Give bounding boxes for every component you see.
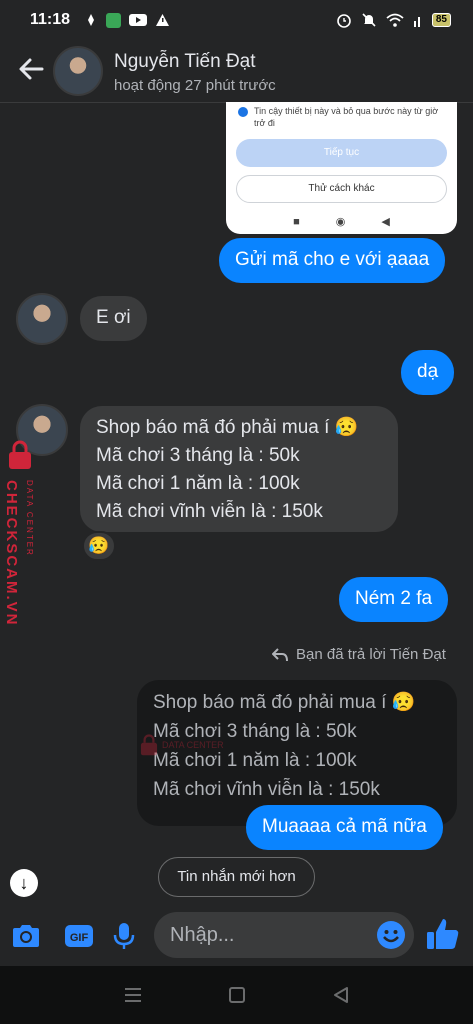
outgoing-message[interactable]: Muaaaa cả mã nữa [246, 805, 443, 850]
recents-icon[interactable] [123, 986, 143, 1004]
watermark: CHECKSCAM.VN DATA CENTER [3, 440, 39, 640]
home-icon[interactable] [228, 986, 246, 1004]
incoming-message[interactable]: E ơi [80, 296, 147, 341]
youtube-icon [129, 14, 148, 26]
screenshot-other-button: Thử cách khác [236, 175, 447, 203]
mute-icon [362, 13, 376, 27]
watermark-sub: DATA CENTER [25, 480, 34, 557]
svg-text:GIF: GIF [70, 932, 89, 944]
message-input[interactable] [170, 912, 370, 958]
quoted-line: Mã chơi vĩnh viễn là : 150k [153, 779, 380, 800]
chat-header: Nguyễn Tiến Đạt hoạt động 27 phút trước [0, 40, 473, 102]
reply-arrow-icon [272, 647, 288, 661]
message-input-wrapper [154, 912, 414, 958]
message-composer: GIF [0, 906, 473, 966]
app-notification-icon [106, 12, 122, 28]
shared-screenshot-image[interactable]: Tin cậy thiết bị này và bỏ qua bước này … [226, 102, 457, 234]
arrow-down-icon[interactable]: ↓ [10, 869, 38, 897]
system-navigation-bar [0, 966, 473, 1024]
wifi-icon [386, 13, 404, 27]
screenshot-continue-button: Tiếp tục [236, 139, 447, 167]
back-icon[interactable] [332, 986, 350, 1004]
emoji-icon[interactable] [376, 920, 406, 950]
back-arrow-icon[interactable] [16, 54, 46, 84]
notification-icons [84, 12, 170, 28]
outgoing-message[interactable]: Ném 2 fa [339, 577, 449, 622]
message-line: Mã chơi 1 năm là : 100k [96, 473, 300, 494]
fire-icon [88, 14, 95, 26]
contact-avatar[interactable] [53, 46, 103, 96]
message-line: Mã chơi vĩnh viễn là : 150k [96, 501, 323, 522]
watermark-brand: CHECKSCAM.VN [3, 480, 20, 627]
reply-label-text: Bạn đã trả lời Tiến Đạt [296, 646, 446, 663]
message-reaction[interactable]: 😥 [82, 531, 116, 561]
status-time: 11:18 [30, 11, 71, 28]
watermark-faint: DATA CENTER [140, 734, 224, 756]
sender-avatar[interactable] [16, 293, 68, 345]
gif-icon[interactable]: GIF [63, 920, 95, 952]
message-line: Mã chơi 3 tháng là : 50k [96, 445, 300, 466]
alarm-icon [337, 14, 351, 28]
signal-icon [413, 17, 420, 27]
incoming-message[interactable]: Shop báo mã đó phải mua í 😥 Mã chơi 3 th… [80, 406, 398, 532]
triangle-icon: ◀ [381, 216, 390, 228]
lock-icon [140, 734, 158, 756]
square-icon: ■ [293, 215, 300, 228]
newer-messages-button[interactable]: Tin nhắn mới hơn [158, 857, 315, 897]
warning-icon [156, 14, 170, 26]
contact-name[interactable]: Nguyễn Tiến Đạt [114, 51, 256, 73]
screenshot-checkbox-text: Tin cậy thiết bị này và bỏ qua bước này … [254, 106, 439, 128]
screenshot-nav-bar: ■ ◉ ◀ [226, 209, 457, 234]
status-bar: 11:18 85 [0, 0, 473, 40]
quoted-line: Shop báo mã đó phải mua í 😥 [153, 692, 416, 713]
microphone-icon[interactable] [108, 920, 140, 952]
circle-icon: ◉ [335, 216, 346, 228]
battery-indicator: 85 [431, 13, 451, 27]
outgoing-message[interactable]: Gửi mã cho e với ạaaa [219, 238, 446, 283]
reply-label: Bạn đã trả lời Tiến Đạt [272, 646, 446, 663]
messenger-screen: 11:18 85 Nguyễn Tiến Đạt hoạt động 27 ph… [0, 0, 473, 1024]
lock-icon [9, 440, 31, 469]
contact-activity-status: hoạt động 27 phút trước [114, 77, 276, 94]
watermark-faint-text: DATA CENTER [162, 740, 224, 750]
system-icons: 85 [336, 12, 451, 28]
thumbs-up-icon[interactable] [425, 916, 461, 952]
camera-icon[interactable] [10, 920, 42, 952]
outgoing-message[interactable]: dạ [401, 350, 455, 395]
checkbox-icon [238, 107, 248, 117]
message-line: Shop báo mã đó phải mua í 😥 [96, 417, 359, 438]
